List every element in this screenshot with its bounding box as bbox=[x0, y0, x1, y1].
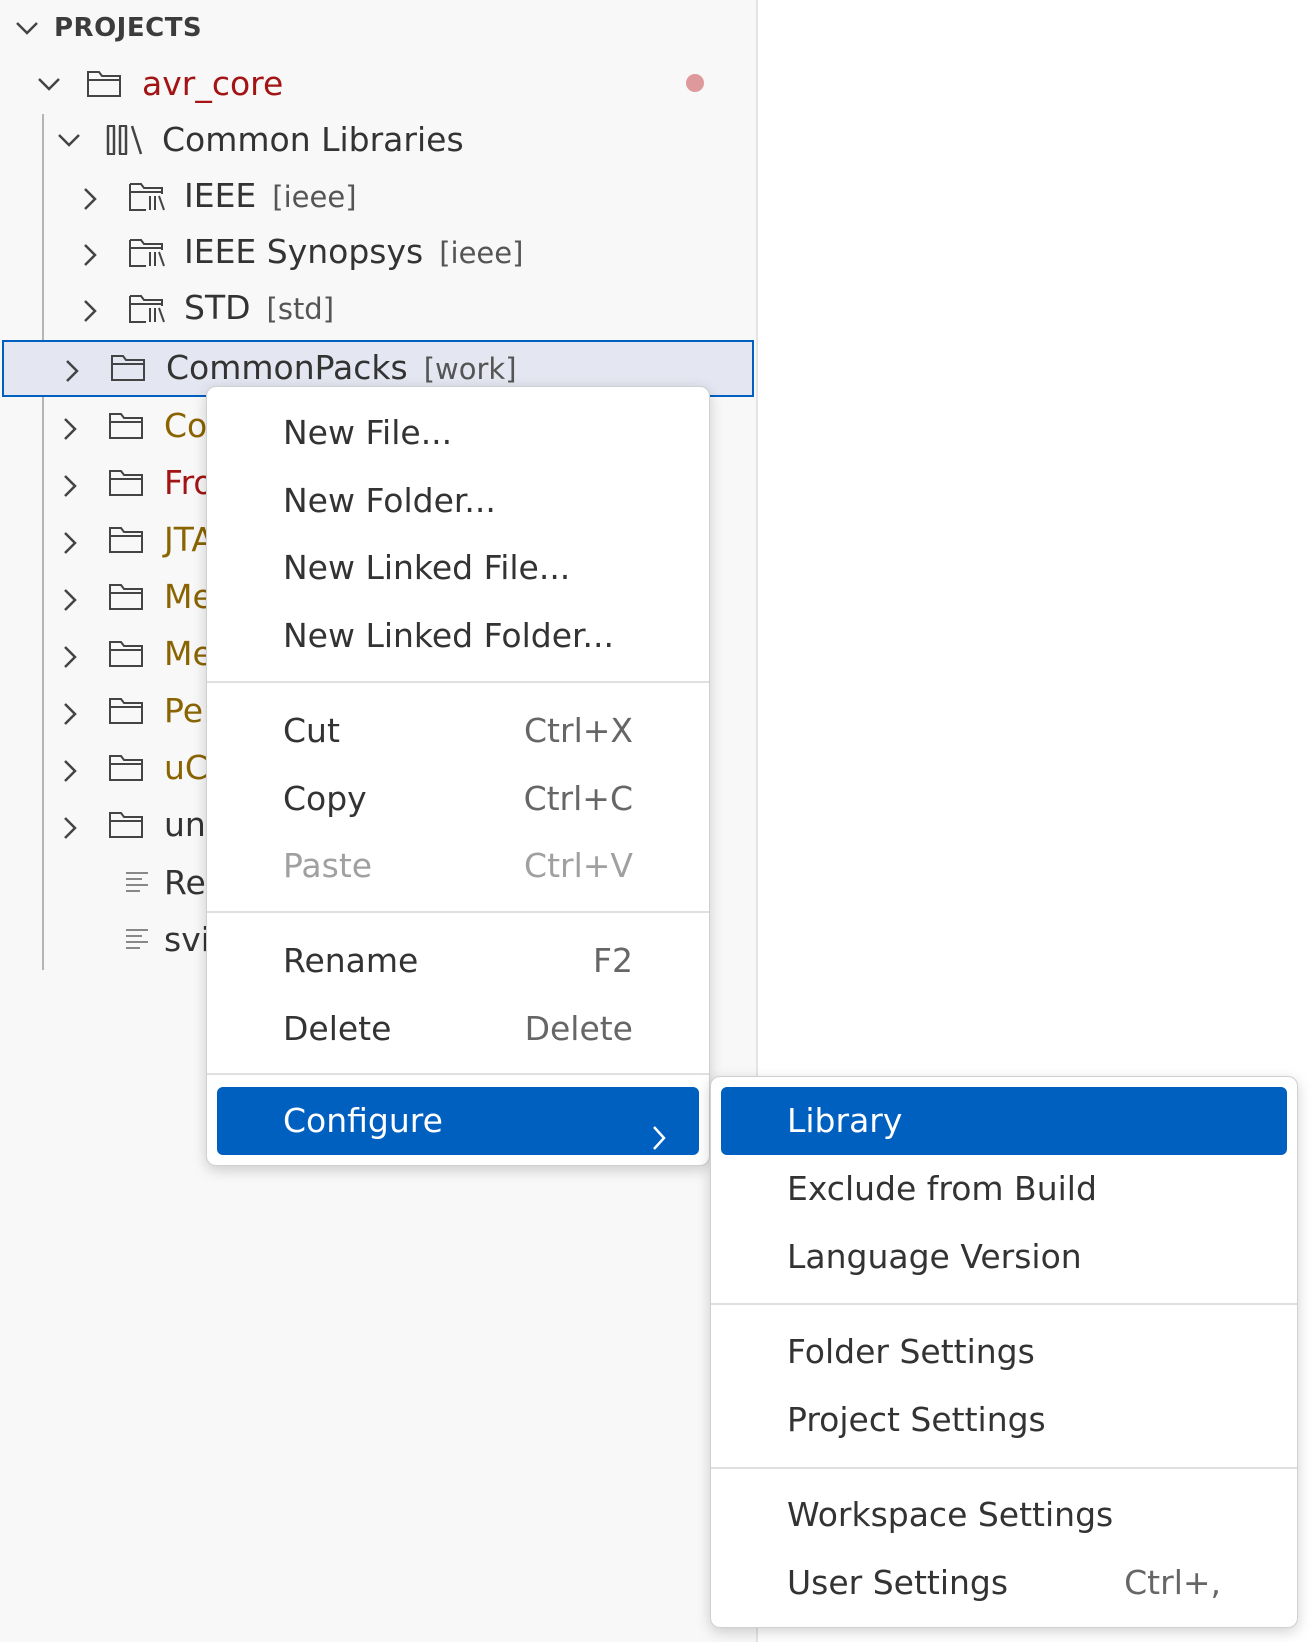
folder-icon bbox=[108, 638, 144, 672]
chevron-down-icon bbox=[14, 18, 40, 42]
menu-item-new-folder[interactable]: New Folder... bbox=[207, 467, 709, 535]
section-title: PROJECTS bbox=[54, 13, 203, 43]
text-file-icon bbox=[124, 869, 150, 899]
folder-icon bbox=[110, 352, 146, 386]
tree-item-common-libraries[interactable]: Common Libraries bbox=[0, 112, 754, 169]
chevron-right-icon bbox=[62, 358, 82, 388]
shortcut-label: Ctrl+C bbox=[523, 779, 633, 818]
folder-icon bbox=[108, 581, 144, 615]
chevron-right-icon bbox=[60, 644, 80, 674]
menu-separator bbox=[207, 911, 709, 913]
menu-item-project-settings[interactable]: Project Settings bbox=[711, 1386, 1297, 1454]
menu-item-new-linked-file[interactable]: New Linked File... bbox=[207, 534, 709, 602]
folder-icon bbox=[108, 410, 144, 444]
library-folder-icon bbox=[128, 180, 166, 216]
chevron-right-icon bbox=[80, 298, 100, 328]
library-icon bbox=[106, 124, 144, 160]
menu-item-copy[interactable]: Copy Ctrl+C bbox=[207, 765, 709, 833]
menu-item-library[interactable]: Library bbox=[721, 1087, 1287, 1155]
folder-icon bbox=[108, 695, 144, 729]
tree-item-project[interactable]: avr_core bbox=[0, 56, 754, 113]
tree-item-label: avr_core bbox=[142, 64, 284, 103]
tree-item-library[interactable]: STD [std] bbox=[0, 280, 754, 337]
chevron-down-icon bbox=[36, 74, 62, 98]
library-folder-icon bbox=[128, 292, 166, 328]
tree-item-library[interactable]: IEEE Synopsys [ieee] bbox=[0, 224, 754, 281]
menu-item-cut[interactable]: Cut Ctrl+X bbox=[207, 697, 709, 765]
folder-icon bbox=[108, 467, 144, 501]
library-alias: [work] bbox=[423, 352, 517, 386]
tree-item-label: CommonPacks bbox=[166, 348, 408, 387]
chevron-right-icon bbox=[60, 701, 80, 731]
tree-item-label: svi bbox=[164, 920, 210, 959]
menu-item-delete[interactable]: Delete Delete bbox=[207, 995, 709, 1063]
menu-item-new-linked-folder[interactable]: New Linked Folder... bbox=[207, 602, 709, 670]
chevron-right-icon bbox=[649, 1107, 669, 1175]
menu-item-user-settings[interactable]: User Settings Ctrl+, bbox=[711, 1549, 1297, 1617]
folder-icon bbox=[108, 809, 144, 843]
tree-item-label: Co bbox=[164, 406, 208, 445]
menu-item-configure[interactable]: Configure bbox=[217, 1087, 699, 1155]
modified-dot bbox=[686, 74, 704, 92]
tree-item-label: uC bbox=[164, 748, 208, 787]
folder-icon bbox=[108, 752, 144, 786]
tree-item-label: STD bbox=[184, 288, 251, 327]
folder-icon bbox=[86, 68, 122, 102]
shortcut-label: Ctrl+, bbox=[1124, 1563, 1221, 1602]
tree-item-label: un bbox=[164, 805, 206, 844]
library-alias: [ieee] bbox=[272, 180, 357, 214]
menu-separator bbox=[711, 1303, 1297, 1305]
menu-item-paste: Paste Ctrl+V bbox=[207, 832, 709, 900]
chevron-right-icon bbox=[60, 758, 80, 788]
chevron-right-icon bbox=[60, 416, 80, 446]
chevron-right-icon bbox=[60, 530, 80, 560]
tree-item-label: IEEE bbox=[184, 176, 257, 215]
menu-item-workspace-settings[interactable]: Workspace Settings bbox=[711, 1481, 1297, 1549]
menu-separator bbox=[711, 1467, 1297, 1469]
library-folder-icon bbox=[128, 236, 166, 272]
configure-submenu: Library Exclude from Build Language Vers… bbox=[710, 1076, 1298, 1628]
chevron-right-icon bbox=[60, 587, 80, 617]
tree-item-label: IEEE Synopsys bbox=[184, 232, 424, 271]
projects-section-header[interactable]: PROJECTS bbox=[0, 4, 740, 52]
shortcut-label: Ctrl+X bbox=[524, 711, 633, 750]
tree-item-label: Re bbox=[164, 863, 206, 902]
menu-separator bbox=[207, 1073, 709, 1075]
chevron-right-icon bbox=[60, 473, 80, 503]
menu-separator bbox=[207, 681, 709, 683]
menu-item-folder-settings[interactable]: Folder Settings bbox=[711, 1318, 1297, 1386]
folder-icon bbox=[108, 524, 144, 558]
shortcut-label: Delete bbox=[524, 1009, 633, 1048]
chevron-right-icon bbox=[60, 815, 80, 845]
menu-item-language-version[interactable]: Language Version bbox=[711, 1223, 1297, 1291]
chevron-down-icon bbox=[56, 130, 82, 154]
menu-item-rename[interactable]: Rename F2 bbox=[207, 927, 709, 995]
tree-item-library[interactable]: IEEE [ieee] bbox=[0, 168, 754, 225]
shortcut-label: Ctrl+V bbox=[524, 846, 633, 885]
shortcut-label: F2 bbox=[593, 941, 633, 980]
chevron-right-icon bbox=[80, 242, 100, 272]
context-menu: New File... New Folder... New Linked Fil… bbox=[206, 386, 710, 1166]
library-alias: [ieee] bbox=[439, 236, 524, 270]
tree-item-label: Pe bbox=[164, 691, 204, 730]
text-file-icon bbox=[124, 926, 150, 956]
menu-item-new-file[interactable]: New File... bbox=[207, 399, 709, 467]
library-alias: [std] bbox=[266, 292, 335, 326]
tree-item-label: Common Libraries bbox=[162, 120, 464, 159]
chevron-right-icon bbox=[80, 186, 100, 216]
menu-item-exclude-from-build[interactable]: Exclude from Build bbox=[711, 1155, 1297, 1223]
